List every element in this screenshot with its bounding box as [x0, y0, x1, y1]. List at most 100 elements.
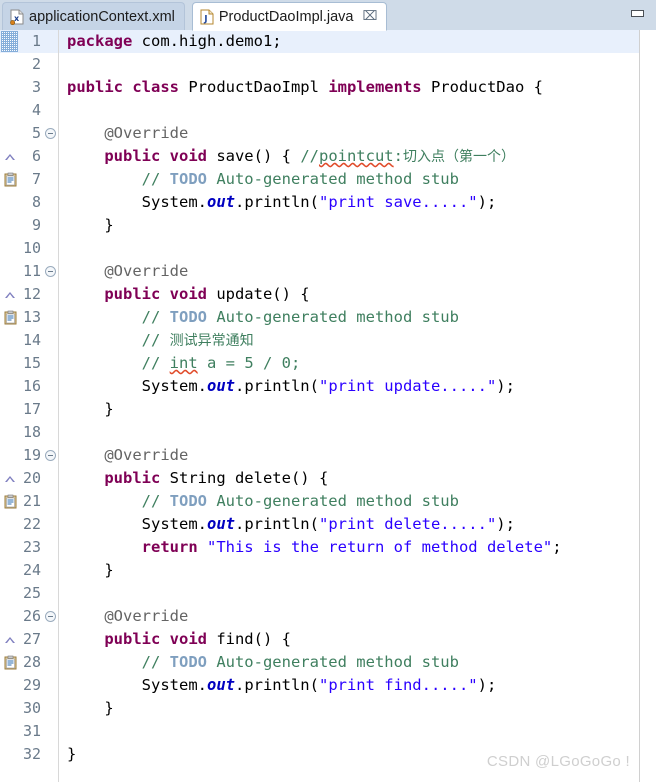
line-number: 22 — [22, 515, 41, 533]
line-number: 26 — [22, 607, 41, 625]
line-number-row: 29 — [20, 674, 44, 697]
folding-row — [44, 352, 58, 375]
folding-gutter[interactable] — [44, 30, 59, 782]
code-line[interactable]: // TODO Auto-generated method stub — [59, 651, 639, 674]
code-token: out — [206, 515, 235, 533]
code-line[interactable]: } — [59, 559, 639, 582]
code-token: .println( — [234, 377, 319, 395]
tab-productdaoimpl-java[interactable]: J ProductDaoImpl.java ⌧ — [191, 2, 388, 31]
code-line[interactable]: @Override — [59, 605, 639, 628]
annotation-row — [0, 306, 20, 329]
code-line-text — [59, 720, 639, 743]
line-number: 19 — [22, 446, 41, 464]
code-line[interactable] — [59, 53, 639, 76]
code-line[interactable] — [59, 99, 639, 122]
code-line[interactable]: package com.high.demo1; — [59, 30, 639, 53]
folding-row — [44, 30, 58, 53]
override-indicator-icon[interactable] — [0, 628, 20, 651]
collapse-minus-icon[interactable] — [45, 128, 56, 139]
code-line[interactable] — [59, 582, 639, 605]
collapse-minus-icon[interactable] — [45, 266, 56, 277]
line-number-row: 31 — [20, 720, 44, 743]
annotation-gutter[interactable] — [0, 30, 20, 782]
code-line[interactable]: @Override — [59, 122, 639, 145]
code-line[interactable]: public void save() { //pointcut:切入点（第一个） — [59, 145, 639, 168]
annotation-row — [0, 53, 20, 76]
minimize-button[interactable] — [628, 6, 646, 20]
folding-row — [44, 329, 58, 352]
annotation-row — [0, 628, 20, 651]
code-line[interactable]: public void update() { — [59, 283, 639, 306]
code-line[interactable]: public void find() { — [59, 628, 639, 651]
override-indicator-icon[interactable] — [0, 283, 20, 306]
code-line[interactable]: // 测试异常通知 — [59, 329, 639, 352]
annotation-row — [0, 260, 20, 283]
line-number: 31 — [22, 722, 41, 740]
code-token: ProductDaoImpl — [188, 78, 329, 96]
triangle-icon — [5, 636, 15, 643]
line-number-row: 4 — [20, 99, 44, 122]
code-line[interactable]: @Override — [59, 260, 639, 283]
folding-row — [44, 743, 58, 766]
todo-task-icon[interactable] — [0, 490, 20, 513]
folding-row — [44, 122, 58, 145]
code-token: @Override — [67, 124, 189, 142]
code-line[interactable]: } — [59, 697, 639, 720]
overview-ruler[interactable] — [639, 30, 656, 782]
close-icon[interactable]: ⌧ — [362, 10, 377, 23]
code-token: pointcut — [318, 147, 394, 165]
folding-row — [44, 628, 58, 651]
code-token: public — [104, 469, 170, 487]
code-line[interactable]: System.out.println("print update....."); — [59, 375, 639, 398]
code-line[interactable]: } — [59, 398, 639, 421]
line-number: 18 — [22, 423, 41, 441]
line-number: 29 — [22, 676, 41, 694]
code-line[interactable]: System.out.println("print save....."); — [59, 191, 639, 214]
code-token: TODO — [169, 492, 207, 510]
code-line[interactable]: public class ProductDaoImpl implements P… — [59, 76, 639, 99]
code-line-text: // 测试异常通知 — [59, 329, 639, 353]
code-token: implements — [328, 78, 431, 96]
todo-task-icon[interactable] — [0, 651, 20, 674]
code-token: @Override — [67, 262, 189, 280]
code-line[interactable]: // TODO Auto-generated method stub — [59, 168, 639, 191]
code-line[interactable]: @Override — [59, 444, 639, 467]
todo-task-icon[interactable] — [0, 168, 20, 191]
code-editor[interactable]: 1 2 3 4 5 6 7 8 9 10 11 12 13 14 15 16 17 18 19 20 21 22 23 24 2… — [0, 30, 656, 782]
code-line[interactable]: // int a = 5 / 0; — [59, 352, 639, 375]
folding-row — [44, 697, 58, 720]
code-line[interactable]: return "This is the return of method del… — [59, 536, 639, 559]
override-indicator-icon[interactable] — [0, 467, 20, 490]
annotation-row — [0, 375, 20, 398]
svg-text:J: J — [203, 14, 207, 24]
code-line-text: } — [59, 559, 639, 582]
code-text-area[interactable]: package com.high.demo1; public class Pro… — [59, 30, 639, 782]
collapse-minus-icon[interactable] — [45, 611, 56, 622]
line-number-row: 9 — [20, 214, 44, 237]
code-line[interactable]: // TODO Auto-generated method stub — [59, 306, 639, 329]
todo-task-icon[interactable] — [0, 306, 20, 329]
code-line[interactable]: // TODO Auto-generated method stub — [59, 490, 639, 513]
code-line[interactable] — [59, 421, 639, 444]
code-line[interactable]: System.out.println("print delete....."); — [59, 513, 639, 536]
line-number-row: 15 — [20, 352, 44, 375]
collapse-minus-icon[interactable] — [45, 450, 56, 461]
override-indicator-icon[interactable] — [0, 145, 20, 168]
code-line-text: @Override — [59, 605, 639, 628]
code-token: "print delete....." — [318, 515, 497, 533]
code-line[interactable]: System.out.println("print find....."); — [59, 674, 639, 697]
line-number-row: 7 — [20, 168, 44, 191]
code-token: ); — [496, 515, 515, 533]
code-line[interactable] — [59, 237, 639, 260]
code-line-text: System.out.println("print save....."); — [59, 191, 639, 214]
tab-applicationcontext-xml[interactable]: x applicationContext.xml — [2, 2, 185, 30]
code-token: return — [141, 538, 207, 556]
code-line[interactable] — [59, 720, 639, 743]
code-line[interactable]: public String delete() { — [59, 467, 639, 490]
code-line-text: public void find() { — [59, 628, 639, 651]
eclipse-editor-window: x applicationContext.xml J ProductDaoImp… — [0, 0, 656, 782]
code-line[interactable]: } — [59, 214, 639, 237]
